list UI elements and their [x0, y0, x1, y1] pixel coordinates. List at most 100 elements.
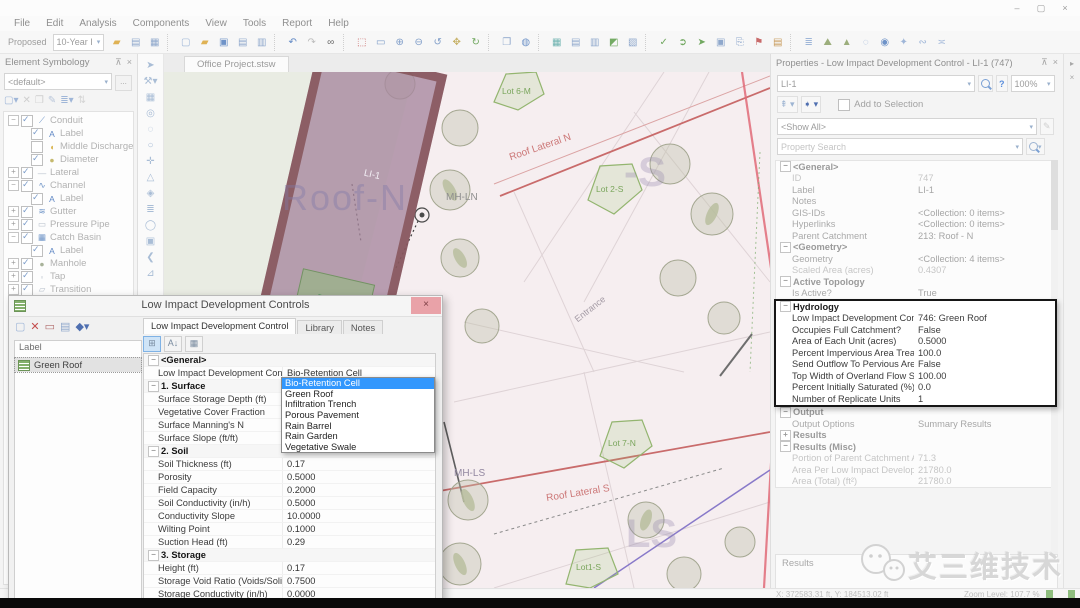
save-icon[interactable]: ▣	[215, 34, 232, 51]
grid-row[interactable]: Suction Head (ft) 0.29	[144, 536, 435, 549]
help-icon[interactable]: ?	[996, 75, 1008, 92]
grid-row[interactable]: Wilting Point 0.1000	[144, 523, 435, 536]
contours-icon[interactable]: ▧	[624, 34, 641, 51]
add-to-selection-checkbox[interactable]	[838, 98, 851, 111]
property-row[interactable]: Hyperlinks <Collection: 0 items>	[776, 219, 1055, 231]
lid-list-item-green-roof[interactable]: Green Roof	[14, 357, 142, 373]
grid-row[interactable]: Porosity 0.5000	[144, 471, 435, 484]
visibility-checkbox[interactable]	[21, 205, 33, 218]
property-row[interactable]: Send Outflow To Pervious Area? False	[776, 359, 1055, 371]
tools-more-icon[interactable]: ✦	[895, 34, 912, 51]
sort-icon[interactable]: ⇅	[78, 95, 86, 106]
tree-item-conduit-label[interactable]: A Label	[4, 127, 133, 140]
property-row[interactable]: Percent Initially Saturated (%) 0.0	[776, 382, 1055, 394]
section-header-output[interactable]: − Output	[776, 406, 1055, 419]
find-icon[interactable]: ∞	[322, 34, 339, 51]
symbology-preset-select[interactable]: <default> ▾	[4, 73, 112, 90]
catchment-tool-icon[interactable]: ▦	[146, 92, 155, 103]
section-header-hydrology[interactable]: − Hydrology	[776, 301, 1055, 313]
rename-lid-icon[interactable]: ▭	[45, 320, 55, 333]
collapse-icon[interactable]: −	[780, 301, 791, 313]
collapse-icon[interactable]: −	[780, 241, 791, 253]
validate-icon[interactable]: ✓	[655, 34, 672, 51]
property-row[interactable]: Output Options Summary Results	[776, 418, 1055, 430]
cross-section-tool-icon[interactable]: ✛	[146, 156, 154, 167]
layout-tools-icon[interactable]: ⚒▾	[144, 76, 158, 87]
property-row[interactable]: Is Active? True	[776, 288, 1055, 300]
scenarios-icon[interactable]: ▣	[712, 34, 729, 51]
visibility-checkbox[interactable]	[21, 166, 33, 179]
tab-notes[interactable]: Notes	[342, 320, 384, 334]
visibility-checkbox[interactable]	[21, 257, 33, 270]
expand-icon[interactable]: +	[780, 429, 791, 441]
menu-components[interactable]: Components	[125, 18, 198, 29]
visibility-checkbox[interactable]	[21, 179, 33, 192]
element-tables-icon[interactable]: ▦	[548, 34, 565, 51]
collapse-icon[interactable]: −	[148, 354, 159, 366]
grid-row[interactable]: Conductivity Slope 10.0000	[144, 510, 435, 523]
manhole-tool-icon[interactable]: ◯	[145, 220, 156, 231]
print-icon[interactable]: ▤	[234, 34, 251, 51]
help-more-icon[interactable]: ≍	[933, 34, 950, 51]
new-lid-icon[interactable]: ▢	[15, 320, 25, 333]
profiles-icon[interactable]: ◩	[605, 34, 622, 51]
dialog-title-bar[interactable]: Low Impact Development Controls ×	[9, 296, 442, 317]
dropdown-option-porous-pavement[interactable]: Porous Pavement	[282, 410, 434, 421]
print-preview-icon[interactable]: ▥	[253, 34, 270, 51]
zoom-extents-icon[interactable]: ▭	[372, 34, 389, 51]
compute-center-icon[interactable]: ➤	[693, 34, 710, 51]
new-file-icon[interactable]: ▢	[177, 34, 194, 51]
tree-item-lateral[interactable]: + —Lateral	[4, 166, 133, 179]
select-from-drawing-icon[interactable]	[978, 75, 993, 92]
tree-item-catch-basin-label[interactable]: A Label	[4, 244, 133, 257]
expand-icon[interactable]: +	[8, 258, 19, 269]
pin-icon[interactable]: ⊼	[115, 57, 122, 67]
property-row[interactable]: Low Impact Development Control 746: Green…	[776, 313, 1055, 325]
zoom-in-icon[interactable]: ⊕	[391, 34, 408, 51]
element-select[interactable]: LI-1 ▾	[777, 75, 975, 92]
property-row[interactable]: Top Width of Overland Flow Surface 100.00	[776, 370, 1055, 382]
open-project-icon[interactable]: ▰	[108, 34, 125, 51]
catch-basin-tool-icon[interactable]: ▣	[146, 236, 155, 247]
property-row[interactable]: Notes	[776, 196, 1055, 208]
expand-icon[interactable]: +	[8, 167, 19, 178]
grid-row[interactable]: Field Capacity 0.2000	[144, 484, 435, 497]
grid-row[interactable]: Soil Thickness (ft) 0.17	[144, 458, 435, 471]
menu-analysis[interactable]: Analysis	[71, 18, 124, 29]
tree-item-conduit-middle-discharge[interactable]: ◖ Middle Discharge	[4, 140, 133, 153]
zoom-window-icon[interactable]: ⬚	[353, 34, 370, 51]
menu-help[interactable]: Help	[320, 18, 357, 29]
visibility-checkbox[interactable]	[31, 244, 43, 257]
expand-icon[interactable]: +	[8, 206, 19, 217]
property-row[interactable]: Geometry <Collection: 4 items>	[776, 253, 1055, 265]
section-header-geometry[interactable]: − <Geometry>	[776, 241, 1055, 254]
dropdown-option-bio-retention-cell[interactable]: Bio-Retention Cell	[282, 378, 434, 389]
property-pages-icon[interactable]: ▦	[185, 336, 203, 352]
dropdown-option-vegetative-swale[interactable]: Vegetative Swale	[282, 442, 434, 453]
expand-panel-icon[interactable]: ▸	[1064, 59, 1080, 68]
collapse-icon[interactable]: −	[8, 115, 19, 126]
tree-item-gutter[interactable]: + ≋ Gutter	[4, 205, 133, 218]
transition-tool-icon[interactable]: △	[147, 172, 155, 183]
channel-tool-icon[interactable]: ○	[147, 140, 153, 151]
pump-tool-icon[interactable]: ◈	[147, 188, 155, 199]
menu-report[interactable]: Report	[274, 18, 320, 29]
alternatives-icon[interactable]: ⎘	[731, 34, 748, 51]
edit-icon[interactable]: ✎	[48, 95, 56, 106]
grid-row[interactable]: Soil Conductivity (in/h) 0.5000	[144, 497, 435, 510]
collapse-icon[interactable]: −	[780, 161, 791, 173]
tree-item-catch-basin[interactable]: − ▦Catch Basin	[4, 231, 133, 244]
property-row[interactable]: Portion of Parent Catchment Area (%) 71.3	[776, 453, 1055, 465]
import-icon[interactable]: ▤	[127, 34, 144, 51]
property-row[interactable]: ID 747	[776, 173, 1055, 185]
redo-icon[interactable]: ↷	[303, 34, 320, 51]
property-row[interactable]: GIS-IDs <Collection: 0 items>	[776, 207, 1055, 219]
zoom-previous-icon[interactable]: ↺	[429, 34, 446, 51]
tree-item-conduit-diameter[interactable]: ● Diameter	[4, 153, 133, 166]
property-row[interactable]: Number of Replicate Units 1	[776, 393, 1055, 405]
property-row[interactable]: Scaled Area (acres) 0.4307	[776, 265, 1055, 277]
notifications-icon[interactable]: ▤	[769, 34, 786, 51]
layers-icon[interactable]: ≣▾	[60, 95, 73, 106]
dialog-close-button[interactable]: ×	[411, 297, 441, 314]
collapse-icon[interactable]: −	[780, 441, 791, 453]
